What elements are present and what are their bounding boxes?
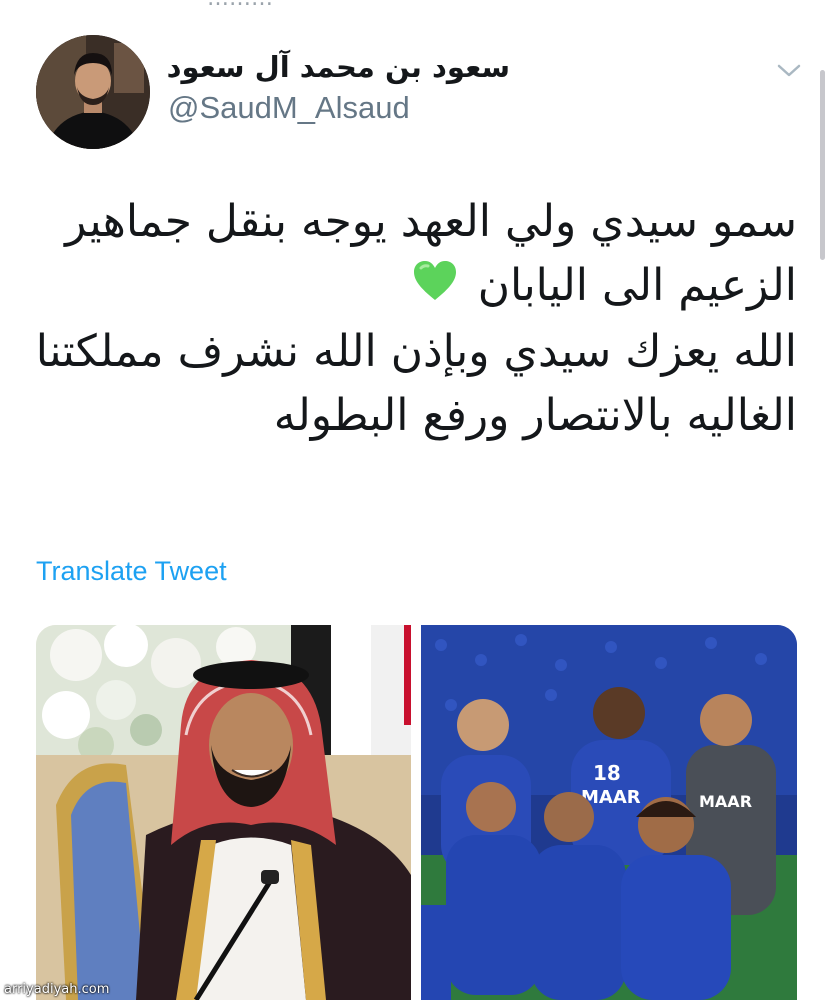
tweet-text: سمو سيدي ولي العهد يوجه بنقل جماهير الزع… <box>35 190 797 448</box>
photo-al-hilal-team: 18 MAAR MAAR <box>421 625 797 1000</box>
translate-tweet-link[interactable]: Translate Tweet <box>36 556 227 587</box>
avatar-photo <box>36 35 150 149</box>
media-photo-left[interactable] <box>36 625 411 1000</box>
tweet-text-line: الغاليه بالانتصار ورفع البطوله <box>273 390 797 441</box>
avatar[interactable] <box>36 35 150 149</box>
tweet-text-line: الزعيم الى اليابان <box>477 260 797 311</box>
tweet-media-grid: 18 MAAR MAAR <box>36 625 797 1000</box>
tweet-text-line-with-emoji: الزعيم الى اليابان <box>37 254 797 320</box>
svg-text:18: 18 <box>593 761 621 785</box>
author-display-name[interactable]: سعود بن محمد آل سعود <box>165 50 510 84</box>
tweet-text-line: سمو سيدي ولي العهد يوجه بنقل جماهير <box>65 196 797 247</box>
photo-crown-prince <box>36 625 411 1000</box>
chevron-down-icon[interactable] <box>776 60 802 80</box>
watermark: arriyadiyah.com <box>4 982 110 997</box>
green-heart-icon <box>412 256 458 320</box>
media-photo-right[interactable]: 18 MAAR MAAR <box>421 625 797 1000</box>
previous-tweet-cutoff: ……… <box>0 0 833 12</box>
author-handle[interactable]: @SaudM_Alsaud <box>168 90 410 126</box>
scrollbar[interactable] <box>820 70 825 260</box>
tweet-text-line: الله يعزك سيدي وبإذن الله نشرف مملكتنا <box>35 326 797 377</box>
svg-text:MAAR: MAAR <box>699 792 752 811</box>
